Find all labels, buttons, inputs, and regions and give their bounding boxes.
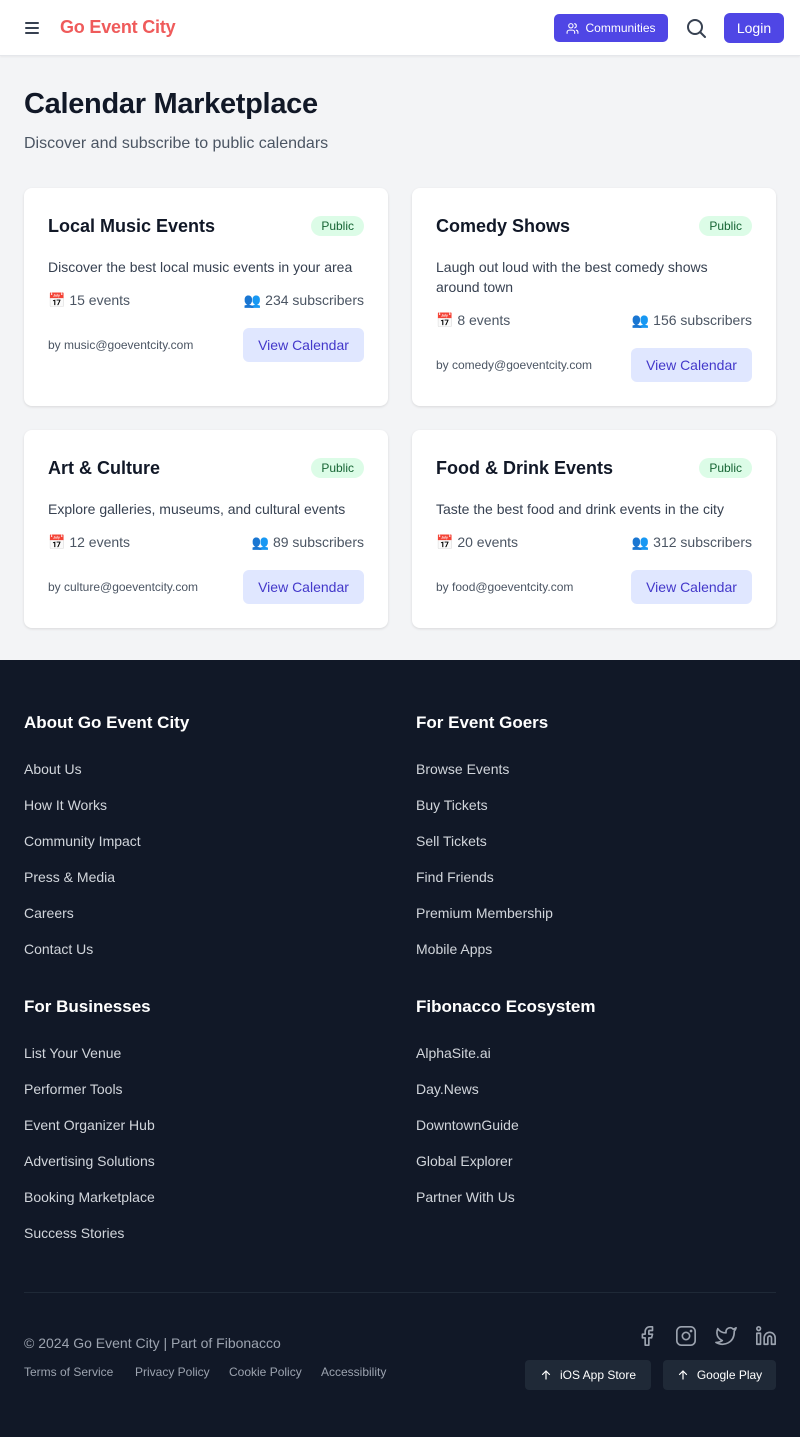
google-play-button[interactable]: Google Play xyxy=(663,1360,776,1390)
calendar-title: Food & Drink Events xyxy=(436,458,614,478)
calendar-card: Food & Drink Events Public Taste the bes… xyxy=(412,430,776,628)
arrow-up-icon xyxy=(678,1370,687,1380)
event-count: 📅 20 events xyxy=(436,534,519,550)
event-count: 📅 8 events xyxy=(436,312,511,328)
ios-app-store-label: iOS App Store xyxy=(559,1368,637,1382)
linkedin-icon[interactable] xyxy=(755,1325,777,1347)
footer-link[interactable]: Success Stories xyxy=(24,1225,124,1241)
view-calendar-button[interactable]: View Calendar xyxy=(243,328,364,362)
footer-link[interactable]: Mobile Apps xyxy=(416,941,492,957)
calendar-owner: by comedy@goeventcity.com xyxy=(436,358,593,372)
footer-link[interactable]: Performer Tools xyxy=(24,1081,123,1097)
footer-link[interactable]: Press & Media xyxy=(24,869,115,885)
footer-link[interactable]: DowntownGuide xyxy=(416,1117,519,1133)
footer-heading: About Go Event City xyxy=(24,713,190,732)
footer-link[interactable]: Buy Tickets xyxy=(416,797,488,813)
footer-link[interactable]: Booking Marketplace xyxy=(24,1189,155,1205)
footer-link[interactable]: Partner With Us xyxy=(416,1189,515,1205)
status-badge: Public xyxy=(311,458,364,478)
footer-link[interactable]: Community Impact xyxy=(24,833,141,849)
page-title: Calendar Marketplace xyxy=(24,88,318,120)
footer-heading: Fibonacco Ecosystem xyxy=(416,997,596,1016)
google-play-label: Google Play xyxy=(696,1368,763,1382)
page-subtitle: Discover and subscribe to public calenda… xyxy=(24,135,329,152)
footer-link[interactable]: How It Works xyxy=(24,797,107,813)
calendar-description: Taste the best food and drink events in … xyxy=(436,501,724,517)
footer-link[interactable]: AlphaSite.ai xyxy=(416,1045,491,1061)
users-icon xyxy=(567,22,579,34)
subscriber-count: 👥 312 subscribers xyxy=(631,534,752,550)
menu-icon[interactable] xyxy=(22,18,42,38)
view-calendar-button[interactable]: View Calendar xyxy=(631,348,752,382)
ios-app-store-button[interactable]: iOS App Store xyxy=(525,1360,651,1390)
calendar-title: Local Music Events xyxy=(48,216,216,236)
footer-heading: For Event Goers xyxy=(416,713,549,732)
footer-heading: For Businesses xyxy=(24,997,151,1016)
search-icon[interactable] xyxy=(684,16,708,40)
brand-logo[interactable]: Go Event City xyxy=(60,17,176,38)
calendar-title: Art & Culture xyxy=(48,458,160,478)
communities-label: Communities xyxy=(585,21,656,35)
subscriber-count: 👥 234 subscribers xyxy=(243,292,364,308)
calendar-description: Laugh out loud with the best comedy show… xyxy=(436,259,708,295)
communities-button[interactable]: Communities xyxy=(554,14,668,42)
top-nav: Go Event City Communities Login xyxy=(0,0,800,56)
calendar-owner: by food@goeventcity.com xyxy=(436,580,574,594)
footer-link[interactable]: About Us xyxy=(24,761,82,777)
calendar-description: Discover the best local music events in … xyxy=(48,259,353,275)
instagram-icon[interactable] xyxy=(675,1325,697,1347)
legal-link-cookie[interactable]: Cookie Policy xyxy=(229,1365,302,1379)
subscriber-count: 👥 89 subscribers xyxy=(251,534,364,550)
view-calendar-button[interactable]: View Calendar xyxy=(631,570,752,604)
arrow-up-icon xyxy=(541,1370,551,1380)
status-badge: Public xyxy=(311,216,364,236)
footer-link[interactable]: Global Explorer xyxy=(416,1153,513,1169)
legal-link-terms[interactable]: Terms of Service xyxy=(24,1365,113,1379)
status-badge: Public xyxy=(699,216,752,236)
footer-link[interactable]: Premium Membership xyxy=(416,905,553,921)
view-calendar-button[interactable]: View Calendar xyxy=(243,570,364,604)
calendar-card: Comedy Shows Public Laugh out loud with … xyxy=(412,188,776,406)
event-count: 📅 15 events xyxy=(48,292,131,308)
calendar-description: Explore galleries, museums, and cultural… xyxy=(48,501,346,517)
footer-link[interactable]: Advertising Solutions xyxy=(24,1153,155,1169)
footer-link[interactable]: Sell Tickets xyxy=(416,833,487,849)
site-footer: About Go Event City About Us How It Work… xyxy=(0,660,800,1437)
calendar-owner: by music@goeventcity.com xyxy=(48,338,194,352)
facebook-icon[interactable] xyxy=(636,1325,658,1347)
legal-link-accessibility[interactable]: Accessibility xyxy=(321,1365,386,1379)
footer-link[interactable]: Find Friends xyxy=(416,869,494,885)
footer-divider xyxy=(24,1292,776,1293)
calendar-card: Art & Culture Public Explore galleries, … xyxy=(24,430,388,628)
calendar-card: Local Music Events Public Discover the b… xyxy=(24,188,388,406)
footer-link[interactable]: Browse Events xyxy=(416,761,509,777)
copyright: © 2024 Go Event City | Part of Fibonacco xyxy=(24,1335,281,1351)
login-button[interactable]: Login xyxy=(724,13,784,43)
calendar-title: Comedy Shows xyxy=(436,216,571,236)
footer-link[interactable]: Event Organizer Hub xyxy=(24,1117,155,1133)
calendar-owner: by culture@goeventcity.com xyxy=(48,580,199,594)
footer-link[interactable]: Contact Us xyxy=(24,941,93,957)
legal-link-privacy[interactable]: Privacy Policy xyxy=(135,1365,210,1379)
subscriber-count: 👥 156 subscribers xyxy=(631,312,752,328)
footer-link[interactable]: List Your Venue xyxy=(24,1045,121,1061)
status-badge: Public xyxy=(699,458,752,478)
twitter-icon[interactable] xyxy=(715,1325,737,1347)
footer-link[interactable]: Careers xyxy=(24,905,74,921)
event-count: 📅 12 events xyxy=(48,534,131,550)
footer-link[interactable]: Day.News xyxy=(416,1081,479,1097)
